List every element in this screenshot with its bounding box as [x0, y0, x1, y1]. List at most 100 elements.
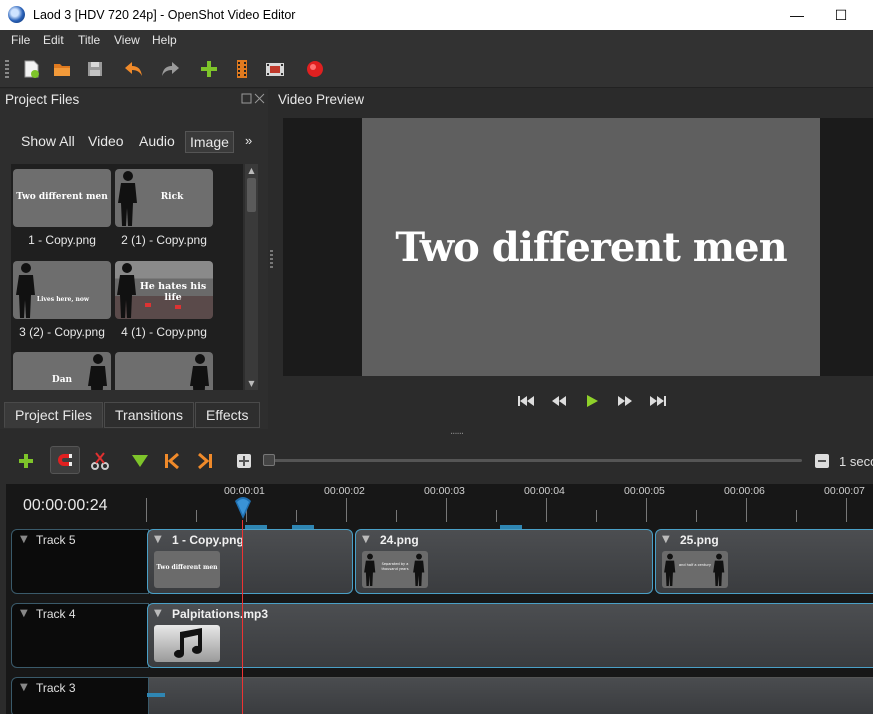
car-light	[145, 303, 151, 307]
record-icon[interactable]	[304, 58, 326, 80]
play-icon[interactable]	[582, 393, 602, 409]
man-silhouette-icon	[664, 553, 676, 586]
car-light	[175, 305, 181, 309]
file-thumbnail[interactable]: Rick	[115, 169, 213, 227]
thumbnail-text: Dan	[51, 375, 73, 385]
ruler-tick	[546, 498, 547, 522]
magnet-icon	[58, 454, 72, 466]
tab-project-files[interactable]: Project Files	[4, 402, 104, 428]
redo-icon[interactable]	[159, 58, 181, 80]
man-silhouette-icon	[364, 553, 376, 586]
undo-icon[interactable]	[123, 58, 145, 80]
ruler-tick	[796, 510, 797, 522]
project-files-title: Project Files	[5, 92, 80, 107]
track-menu-icon[interactable]: ▼	[20, 682, 28, 693]
tab-effects[interactable]: Effects	[195, 402, 260, 428]
rewind-icon[interactable]	[549, 393, 569, 409]
filter-audio[interactable]: Audio	[135, 131, 179, 151]
zoom-slider-track[interactable]	[265, 459, 802, 462]
clip-thumbnail: Two different men	[154, 551, 220, 588]
track-3-lane[interactable]	[149, 677, 873, 714]
import-files-icon[interactable]	[198, 58, 220, 80]
clip-thumbnail-text: and half a century	[678, 563, 712, 567]
file-label: 2 (1) - Copy.png	[121, 233, 207, 247]
filter-show-all[interactable]: Show All	[17, 131, 79, 151]
ruler-label: 00:00:05	[624, 485, 665, 497]
track-header-4[interactable]: ▼ Track 4	[11, 603, 149, 668]
playhead-handle-icon[interactable]	[231, 495, 255, 523]
razor-icon[interactable]	[88, 450, 112, 472]
files-scrollbar[interactable]: ▲ ▼	[245, 164, 258, 390]
scroll-thumb[interactable]	[247, 178, 256, 212]
center-timeline-icon[interactable]	[233, 450, 257, 472]
filter-video[interactable]: Video	[84, 131, 128, 151]
man-silhouette-icon	[190, 354, 209, 390]
title-bar: Laod 3 [HDV 720 24p] - OpenShot Video Ed…	[0, 0, 873, 30]
music-note-icon	[174, 628, 202, 658]
save-project-icon[interactable]	[84, 58, 106, 80]
ruler-label: 00:00:06	[724, 485, 765, 497]
file-thumbnail[interactable]: Lives here, now	[13, 261, 111, 319]
clip-thumbnail-text: Separated by a thousand years	[381, 562, 409, 571]
clip-thumbnail	[154, 625, 220, 662]
menu-edit[interactable]: Edit	[43, 33, 64, 47]
export-film-icon[interactable]	[264, 58, 286, 80]
track-menu-icon[interactable]: ▼	[20, 534, 28, 545]
add-track-icon[interactable]	[14, 450, 38, 472]
ruler-tick	[346, 498, 347, 522]
menu-title[interactable]: Title	[78, 33, 100, 47]
jump-start-icon[interactable]	[516, 393, 536, 409]
tab-transitions[interactable]: Transitions	[104, 402, 194, 428]
horizontal-scroll-handle[interactable]	[147, 693, 165, 697]
clip-thumbnail: Separated by a thousand years	[362, 551, 428, 588]
profile-icon[interactable]	[231, 58, 253, 80]
clip-thumbnail-text: Two different men	[156, 564, 218, 571]
clip-menu-icon[interactable]: ▼	[362, 534, 370, 545]
file-thumbnail[interactable]: Two different men	[13, 169, 111, 227]
dock-float-close-icon[interactable]	[241, 93, 265, 105]
playhead-line[interactable]	[242, 520, 243, 714]
clip[interactable]: ▼ 1 - Copy.png Two different men	[147, 529, 353, 594]
filter-image[interactable]: Image	[185, 131, 234, 153]
new-project-icon[interactable]	[20, 58, 42, 80]
zoom-slider-handle[interactable]	[263, 454, 275, 466]
more-filters-button[interactable]: »	[241, 131, 256, 150]
clip-title: 24.png	[380, 533, 419, 547]
dock-splitter[interactable]: ......	[450, 426, 464, 437]
track-name: Track 3	[36, 681, 76, 695]
minimize-button[interactable]: —	[782, 4, 812, 26]
track-header-5[interactable]: ▼ Track 5	[11, 529, 149, 594]
scroll-down-arrow[interactable]: ▼	[245, 377, 258, 390]
thumbnail-text: Lives here, now	[36, 296, 90, 303]
track-header-3[interactable]: ▼ Track 3	[11, 677, 149, 714]
file-thumbnail[interactable]: Dan	[13, 352, 111, 390]
clip[interactable]: ▼ Palpitations.mp3	[147, 603, 873, 668]
scroll-up-arrow[interactable]: ▲	[245, 164, 258, 177]
track-menu-icon[interactable]: ▼	[20, 608, 28, 619]
clip-menu-icon[interactable]: ▼	[662, 534, 670, 545]
file-thumbnail[interactable]	[115, 352, 213, 390]
window-title: Laod 3 [HDV 720 24p] - OpenShot Video Ed…	[33, 8, 296, 22]
menu-file[interactable]: File	[11, 33, 30, 47]
jump-end-icon[interactable]	[648, 393, 668, 409]
clip-thumbnail: and half a century	[662, 551, 728, 588]
panel-splitter[interactable]	[270, 250, 273, 270]
clip[interactable]: ▼ 25.png and half a century	[655, 529, 873, 594]
clip-title: Palpitations.mp3	[172, 607, 269, 621]
clip-menu-icon[interactable]: ▼	[154, 608, 162, 619]
fast-forward-icon[interactable]	[615, 393, 635, 409]
maximize-button[interactable]: ☐	[826, 4, 856, 26]
next-marker-icon[interactable]	[193, 450, 217, 472]
add-marker-icon[interactable]	[128, 450, 152, 472]
file-thumbnail[interactable]: He hates his life	[115, 261, 213, 319]
snapping-toggle[interactable]	[50, 446, 80, 474]
track-name: Track 5	[36, 533, 76, 547]
toolbar-grip[interactable]	[5, 60, 9, 78]
ruler-tick	[146, 498, 147, 522]
open-project-icon[interactable]	[51, 58, 73, 80]
menu-view[interactable]: View	[114, 33, 140, 47]
clip[interactable]: ▼ 24.png Separated by a thousand years	[355, 529, 653, 594]
clip-menu-icon[interactable]: ▼	[154, 534, 162, 545]
menu-help[interactable]: Help	[152, 33, 177, 47]
previous-marker-icon[interactable]	[160, 450, 184, 472]
